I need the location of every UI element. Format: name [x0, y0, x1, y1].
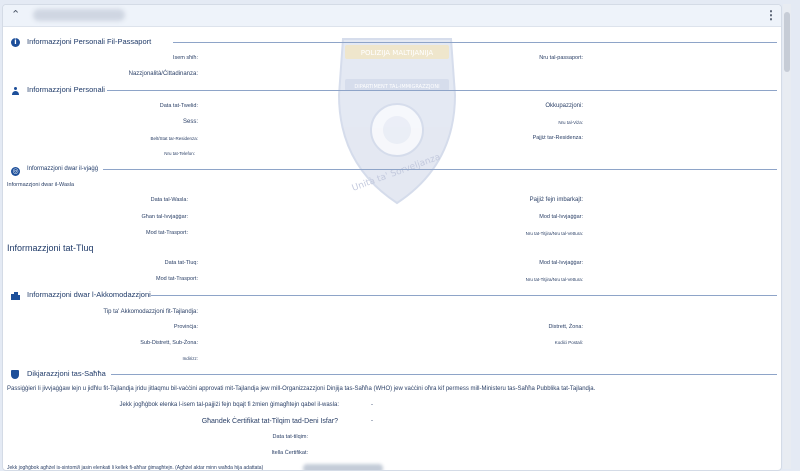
phone-label: Nru tat-Telefon: [164, 151, 195, 156]
watermark-top-text: POLIZIJA MALTIJANIJA [361, 49, 434, 57]
card-header: ⌃ ⋮ [3, 5, 781, 27]
page-scrollbar[interactable] [783, 4, 791, 469]
dob-label: Data tat-Twelid: [159, 103, 198, 109]
visa-no-label: Nru tal-Viża: [558, 120, 583, 125]
section-divider [107, 90, 777, 91]
travel-mode-label: Mod tal-Ivvjaġġar: [539, 214, 583, 220]
tdac-form-card: ⌃ ⋮ POLIZIJA MALTIJANIJA DIPARTIMENT TAL… [2, 4, 782, 471]
yellow-fever-value: - [371, 418, 373, 424]
full-name-label: Isem sħiħ: [172, 55, 198, 61]
globe-icon: ◎ [11, 167, 20, 176]
kebab-menu-icon[interactable]: ⋮ [765, 8, 777, 22]
postcode-label: Kodiċi Postali: [554, 340, 583, 345]
residence-country-label: Pajjiż tar-Residenza: [532, 135, 583, 141]
health-notice: Passiġġieri li jivvjaġġaw lejn u jidħlu … [7, 386, 596, 392]
arrival-date-label: Data tal-Wasla: [150, 197, 188, 203]
departure-date-label: Data tat-Tluq: [164, 260, 198, 266]
transport-mode-label: Mod tat-Trasport: [146, 230, 188, 236]
section-title-health: Dikjarazzjoni tas-Saħħa [27, 369, 106, 378]
embark-country-label: Pajjiż fejn imbarkajt: [529, 197, 583, 203]
accommodation-type-label: Tip ta' Akkomodazzjoni fit-Tajlandja: [103, 309, 198, 315]
subdistrict-label: Sub-Distrett, Sub-Żona: [140, 340, 198, 346]
section-divider [151, 295, 777, 296]
visited-countries-question: Jekk jogħġbok elenka l-isem tal-pajjiżi … [119, 402, 339, 408]
page-scrollbar-thumb[interactable] [784, 12, 790, 72]
certificate-upload-label: Itella Ċertifikat: [271, 450, 308, 456]
departure-travel-mode-label: Mod tal-Ivvjaġġar: [539, 260, 583, 266]
redacted-title [33, 9, 125, 21]
province-label: Provinċja: [173, 324, 198, 330]
person-icon [11, 87, 20, 96]
section-title-departure: Informazzjoni tat-Tluq [7, 243, 94, 253]
departure-flight-no-label: Nru tat-Titjira/Nru tal-Vettura: [525, 277, 583, 282]
district-label: Distrett, Żona: [548, 324, 583, 330]
watermark-bottom-text: Unità ta' Sorveljanza [351, 152, 442, 193]
passport-no-label: Nru tal-passaport: [539, 55, 583, 61]
building-icon [11, 292, 20, 300]
section-title-accommodation: Informazzjoni dwar l-Akkomodazzjoni [27, 290, 151, 299]
sex-label: Sess: [182, 119, 198, 125]
visited-countries-value: - [371, 402, 373, 408]
shield-icon [11, 370, 19, 379]
redacted-value [303, 464, 383, 470]
arrival-subtitle: Informazzjoni dwar il-Wasla [7, 182, 75, 188]
section-divider [173, 42, 777, 43]
nationality-label: Nazzjonalità/Ċittadinanza: [128, 71, 198, 77]
section-divider [111, 374, 777, 375]
section-title-passport: Informazzjoni Personali Fil-Passaport [27, 37, 152, 46]
travel-purpose-label: Għan tal-Ivvjaġġar: [141, 214, 188, 220]
info-icon: i [11, 38, 20, 47]
chevron-up-icon[interactable]: ⌃ [11, 8, 20, 21]
section-title-personal: Informazzjoni Personali [27, 85, 105, 94]
departure-transport-mode-label: Mod tat-Trasport: [156, 276, 198, 282]
occupation-label: Okkupazzjoni: [545, 103, 583, 109]
vaccination-date-label: Data tat-tilqim: [272, 434, 308, 440]
address-label: Indirizz: [182, 356, 198, 361]
symptoms-instruction: Jekk jogħġbok agħżel is-sintomi/i jasin … [7, 465, 264, 471]
residence-city-label: Belt/Stat tar-Residenza: [150, 136, 198, 141]
yellow-fever-question: Għandek Ċertifikat tat-Tilqim tad-Deni I… [201, 418, 338, 425]
flight-no-label: Nru tat-Titjira/Nru tal-Vettura: [525, 231, 583, 236]
police-watermark: POLIZIJA MALTIJANIJA DIPARTIMENT TAL-IMM… [337, 38, 457, 205]
section-title-travel: Informazzjoni dwar il-vjaġġ [27, 166, 99, 172]
section-divider [103, 169, 777, 170]
